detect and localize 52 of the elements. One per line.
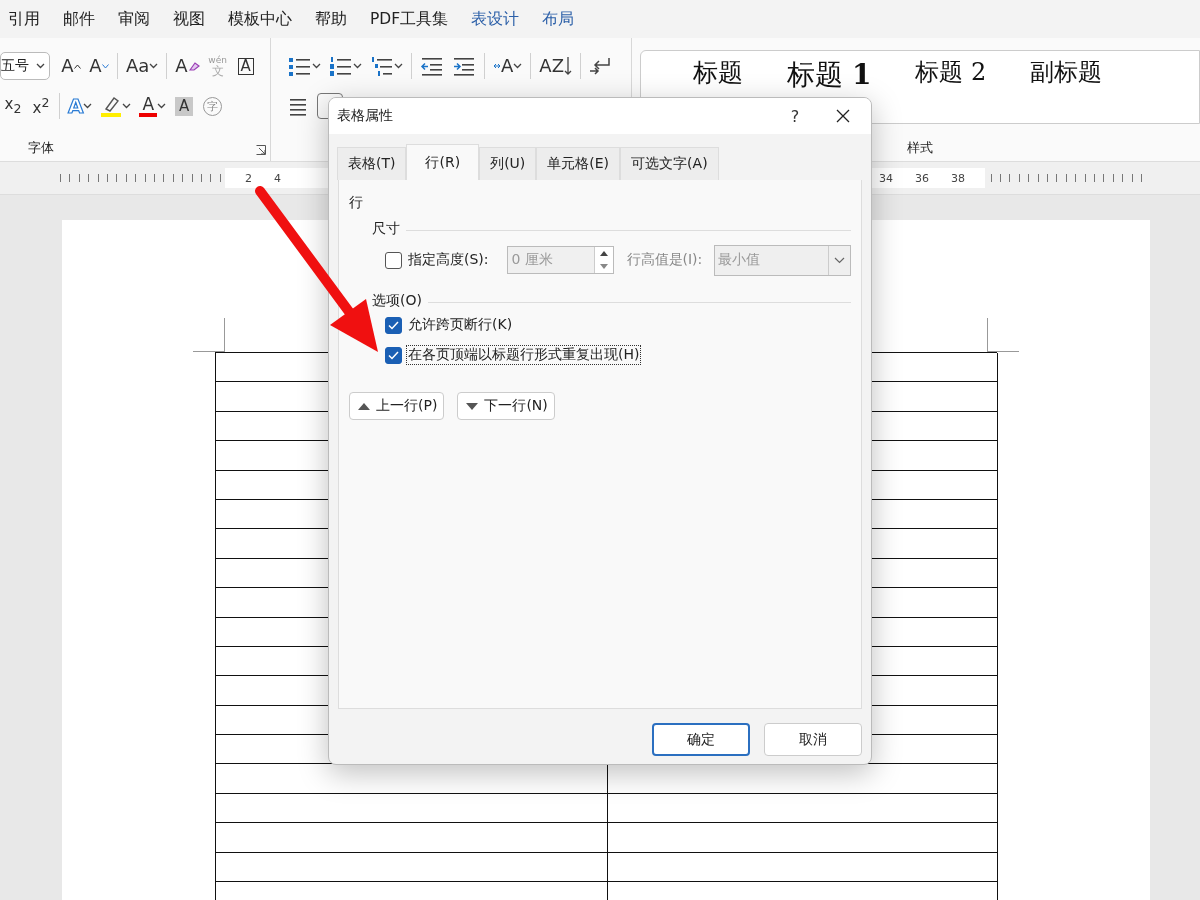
cancel-button[interactable]: 取消	[764, 723, 862, 756]
dialog-tab[interactable]: 可选文字(A)	[620, 147, 719, 180]
ruler-number: 2	[245, 171, 252, 185]
menu-tab[interactable]: PDF工具集	[362, 8, 459, 30]
text-direction-button[interactable]: A	[490, 51, 526, 81]
dialog-tab[interactable]: 单元格(E)	[536, 147, 621, 180]
checkbox-label: 指定高度(S):	[407, 250, 490, 269]
ruler-number: 38	[951, 171, 965, 185]
group-heading: 尺寸	[372, 220, 400, 238]
menu-tab[interactable]: 帮助	[307, 8, 357, 30]
enclose-character-button[interactable]: 字	[199, 91, 226, 121]
script-button[interactable]: x$^{2}$	[28, 91, 54, 121]
menu-tab[interactable]: 模板中心	[220, 8, 302, 30]
sort-button[interactable]: AZ	[536, 51, 575, 81]
dialog-tab[interactable]: 表格(T)	[337, 147, 407, 180]
group-heading: 选项(O)	[372, 292, 422, 310]
text-effects-button[interactable]: A	[65, 91, 96, 121]
checkbox-label: 在各页顶端以标题行形式重复出现(H)	[406, 345, 642, 365]
style-option[interactable]: 标题	[671, 59, 765, 88]
checkbox-label: 允许跨页断行(K)	[407, 315, 514, 334]
group-label: 样式	[907, 139, 933, 157]
style-option[interactable]: 标题 2	[893, 59, 1009, 87]
next-row-button[interactable]: 下一行(N)	[457, 392, 555, 420]
menu-tab[interactable]: 布局	[534, 8, 585, 30]
script-button[interactable]: x$_{2}$	[0, 91, 26, 121]
field-label: 行高值是(I):	[626, 251, 703, 269]
help-button[interactable]: ?	[775, 105, 815, 127]
font-size-dropdown[interactable]: 五号	[0, 52, 50, 80]
shrink-font-button[interactable]: A	[86, 51, 112, 81]
dialog-title: 表格属性	[337, 107, 394, 125]
ok-button[interactable]: 确定	[652, 723, 750, 756]
font-color-button[interactable]: A	[136, 91, 170, 121]
menu-tab[interactable]: 审阅	[110, 8, 160, 30]
grow-font-button[interactable]: A	[58, 51, 84, 81]
section-heading: 行	[349, 194, 364, 212]
character-border-button[interactable]: A	[232, 51, 259, 81]
ruler-number: 36	[915, 171, 929, 185]
dialog-tab[interactable]: 列(U)	[479, 147, 537, 180]
previous-row-button[interactable]: 上一行(P)	[349, 392, 445, 420]
style-option[interactable]: 副标题	[1008, 59, 1125, 87]
ruler-number: 34	[879, 171, 893, 185]
menu-tab[interactable]: 邮件	[55, 8, 105, 30]
group-label: 字体	[28, 139, 54, 157]
menu-tab[interactable]: 视图	[165, 8, 215, 30]
style-option[interactable]: 标题 1	[765, 59, 894, 92]
dialog-tab[interactable]: 行(R)	[406, 144, 480, 180]
menu-tab[interactable]: 表设计	[463, 8, 530, 30]
menu-tab[interactable]: 引用	[0, 8, 50, 30]
change-case-button[interactable]: Aa	[123, 51, 162, 81]
character-shading-button[interactable]: A	[171, 91, 198, 121]
clear-format-button[interactable]: A	[172, 51, 203, 81]
ruler-number: 4	[274, 171, 281, 185]
